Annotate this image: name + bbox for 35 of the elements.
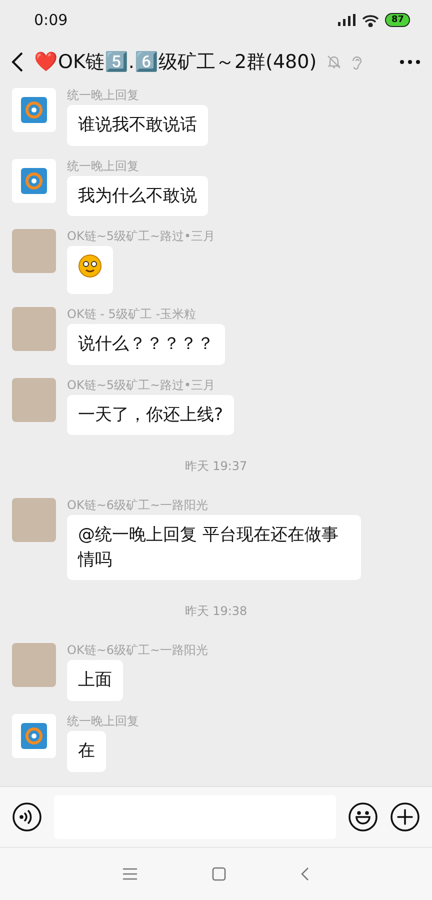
sender-name: 统一晚上回复 bbox=[67, 158, 139, 173]
emoji-button[interactable] bbox=[348, 802, 378, 832]
chat-title: ❤OK链5⃣.6⃣级矿工～2群(480) bbox=[34, 50, 317, 75]
sender-name: OK链~5级矿工~路过•三月 bbox=[67, 229, 216, 244]
voice-button[interactable] bbox=[12, 802, 42, 832]
sender-name: 统一晚上回复 bbox=[67, 88, 139, 102]
signal-icon bbox=[338, 14, 356, 26]
more-button[interactable] bbox=[400, 60, 420, 64]
message-bubble: @统一晚上回复 平台现在还在做事情吗 bbox=[67, 515, 361, 580]
sender-name: OK链~6级矿工~一路阳光 bbox=[67, 643, 208, 658]
smiley-icon bbox=[78, 254, 102, 278]
message-bubble: 我为什么不敢说 bbox=[67, 176, 208, 216]
back-nav-button[interactable] bbox=[301, 867, 309, 881]
sender-name: OK链~5级矿工~路过•三月 bbox=[67, 378, 216, 392]
message-bubble: 上面 bbox=[67, 660, 123, 702]
timestamp: 昨天 19:38 bbox=[184, 603, 248, 620]
home-button[interactable] bbox=[212, 867, 226, 881]
message-bubble: 说什么？？？？？ bbox=[67, 324, 225, 365]
logo-avatar[interactable] bbox=[12, 714, 56, 758]
logo-avatar[interactable] bbox=[12, 158, 56, 203]
wifi-icon bbox=[362, 14, 380, 26]
menu-button[interactable] bbox=[123, 868, 137, 880]
sender-name: OK链 - 5级矿工 -玉米粒 bbox=[67, 306, 196, 321]
battery-level: 87 bbox=[385, 13, 410, 27]
add-button[interactable] bbox=[390, 802, 420, 832]
ear-icon bbox=[350, 54, 363, 70]
back-button[interactable] bbox=[10, 51, 24, 73]
message-bubble: 在 bbox=[67, 731, 106, 772]
status-time: 0:09 bbox=[34, 11, 68, 29]
timestamp: 昨天 19:37 bbox=[184, 458, 248, 476]
sender-name: OK链~6级矿工~一路阳光 bbox=[67, 498, 208, 512]
message-bubble: 一天了，你还上线? bbox=[67, 394, 234, 436]
message-bubble: 谁说我不敢说话 bbox=[67, 105, 208, 146]
logo-avatar[interactable] bbox=[12, 88, 56, 132]
sender-name: 统一晚上回复 bbox=[67, 714, 139, 728]
